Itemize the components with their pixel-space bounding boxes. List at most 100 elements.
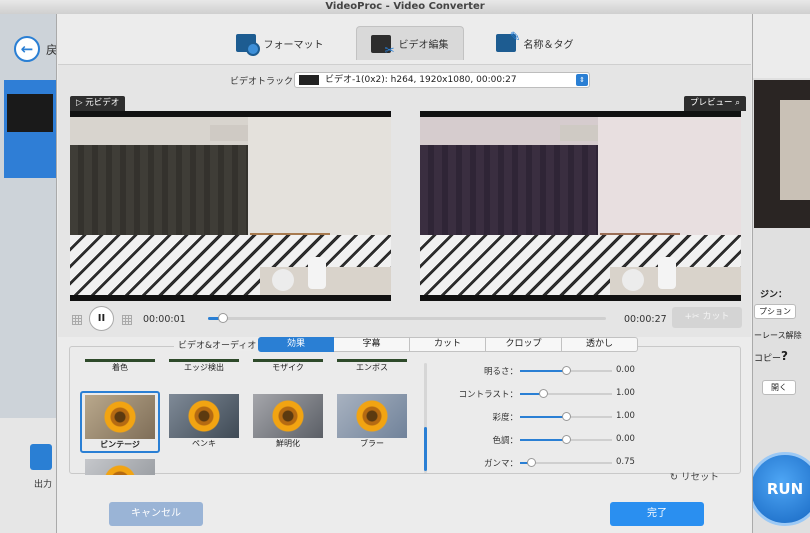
- window-title: VideoProc - Video Converter: [325, 1, 485, 12]
- tab-name-tag-label: 名称＆タグ: [523, 39, 574, 51]
- video-track-label: ビデオトラック：: [230, 77, 303, 87]
- effect-label: ペンキ: [192, 439, 216, 448]
- source-video: [70, 111, 391, 301]
- adjustment-label: 明るさ：: [483, 367, 518, 377]
- preview-video: [420, 111, 741, 301]
- output-label: 出力: [34, 480, 53, 490]
- adjustment-row: 明るさ： 0.00: [460, 365, 640, 377]
- reset-label: リセット: [681, 472, 720, 483]
- tab-crop[interactable]: クロップ: [486, 337, 562, 352]
- adjustment-row: 彩度： 1.00: [460, 411, 640, 423]
- tab-video-edit-label: ビデオ編集: [398, 40, 449, 51]
- effects-grid: 着色 エッジ検出 モザイク エンボス ビンテージ ペンキ 鮮明化 ブラー: [80, 359, 414, 475]
- tab-watermark[interactable]: 透かし: [562, 337, 638, 352]
- dialog-tabs: フォーマット ビデオ編集 名称＆タグ: [57, 14, 752, 64]
- adjustment-row: 色調： 0.00: [460, 434, 640, 446]
- background-deinterlace-option[interactable]: ーレース解除: [754, 330, 802, 341]
- effect-paint[interactable]: ペンキ: [168, 394, 240, 449]
- effect-mosaic[interactable]: モザイク: [252, 359, 324, 373]
- adjustment-value: 1.00: [616, 388, 635, 398]
- window-titlebar: VideoProc - Video Converter: [0, 0, 810, 14]
- effect-emboss[interactable]: エンボス: [336, 359, 408, 373]
- tab-format-label: フォーマット: [263, 39, 324, 51]
- effect-more[interactable]: [84, 459, 156, 475]
- help-icon[interactable]: ?: [781, 349, 788, 363]
- adjustment-slider[interactable]: [520, 389, 612, 398]
- effect-more-thumbnail: [85, 459, 155, 475]
- slider-knob[interactable]: [539, 389, 548, 398]
- adjustment-label: ガンマ：: [483, 459, 518, 469]
- background-preview-image: [754, 80, 810, 228]
- adjustment-value: 0.00: [616, 365, 635, 375]
- source-video-label: ▷ 元ビデオ: [70, 96, 126, 111]
- effect-paint-thumbnail: [169, 394, 239, 438]
- total-time: 00:00:27: [624, 314, 667, 325]
- background-engine-label: ジン：: [760, 290, 788, 300]
- effect-label: ブラー: [360, 439, 384, 448]
- effect-blur[interactable]: ブラー: [336, 394, 408, 449]
- effect-vintage-thumbnail: [85, 395, 155, 439]
- effects-panel-title: ビデオ&オーディオ: [174, 338, 261, 351]
- effect-sharpen-thumbnail: [253, 394, 323, 438]
- effect-label: モザイク: [272, 363, 304, 372]
- tab-subtitles[interactable]: 字幕: [334, 337, 410, 352]
- video-track-value: ビデオ-1(0x2): h264, 1920x1080, 00:00:27: [325, 75, 517, 85]
- adjustment-label: 彩度：: [492, 413, 518, 423]
- grid-icon[interactable]: [72, 315, 82, 325]
- effects-scrollbar[interactable]: [424, 363, 427, 473]
- background-options-button[interactable]: プション: [754, 304, 796, 319]
- effect-label: エッジ検出: [184, 363, 224, 372]
- back-button[interactable]: ←: [14, 36, 40, 62]
- effect-label: 着色: [112, 363, 128, 372]
- format-icon: [235, 34, 260, 56]
- adjustment-slider[interactable]: [520, 412, 612, 421]
- tag-icon: [495, 30, 521, 52]
- cut-button[interactable]: +✂ カット: [672, 307, 742, 328]
- tab-video-edit[interactable]: ビデオ編集: [355, 26, 464, 60]
- effect-vintage[interactable]: ビンテージ: [80, 391, 160, 453]
- effect-colorize[interactable]: 着色: [84, 359, 156, 373]
- tab-format[interactable]: フォーマット: [222, 26, 338, 60]
- adjustment-slider[interactable]: [520, 458, 612, 467]
- tab-cut[interactable]: カット: [410, 337, 486, 352]
- reset-button[interactable]: ↻ リセット: [670, 469, 719, 483]
- adjustment-slider[interactable]: [520, 366, 612, 375]
- pause-button[interactable]: II: [89, 306, 114, 331]
- current-time: 00:00:01: [143, 314, 186, 325]
- select-arrows-icon: ⇕: [576, 74, 588, 86]
- background-video-thumbnail[interactable]: [4, 80, 56, 178]
- background-copy-option[interactable]: コピー: [754, 351, 781, 364]
- slider-knob[interactable]: [562, 435, 571, 444]
- slider-fill: [520, 370, 566, 372]
- snapshot-icon[interactable]: [122, 315, 132, 325]
- effect-label: ビンテージ: [100, 440, 140, 449]
- effect-edge-detect[interactable]: エッジ検出: [168, 359, 240, 373]
- seek-bar[interactable]: [208, 313, 606, 323]
- adjustment-label: 色調：: [492, 436, 518, 446]
- reset-icon: ↻: [670, 472, 678, 483]
- effect-label: エンボス: [356, 363, 388, 372]
- adjustment-label: コントラスト：: [458, 390, 518, 400]
- preview-label-wrap[interactable]: プレビュー ⌕: [684, 96, 746, 111]
- cut-label: カット: [702, 312, 730, 322]
- playback-controls: II 00:00:01 00:00:27 +✂ カット: [58, 304, 751, 334]
- video-edit-dialog: フォーマット ビデオ編集 名称＆タグ ビデオトラック： ビデオ-1(0x2): …: [56, 14, 753, 533]
- slider-knob[interactable]: [562, 366, 571, 375]
- video-edit-icon: [370, 34, 395, 57]
- done-button[interactable]: 完了: [610, 502, 704, 526]
- slider-fill: [520, 416, 566, 418]
- tab-name-tag[interactable]: 名称＆タグ: [482, 26, 588, 60]
- output-icon[interactable]: [30, 444, 52, 470]
- effect-sharpen[interactable]: 鮮明化: [252, 394, 324, 449]
- tab-effects[interactable]: 効果: [258, 337, 334, 352]
- seek-knob[interactable]: [217, 313, 228, 323]
- adjustment-row: コントラスト： 1.00: [458, 388, 640, 400]
- track-thumbnail: [299, 75, 319, 85]
- cancel-button[interactable]: キャンセル: [109, 502, 203, 526]
- background-open-button[interactable]: 開く: [762, 380, 796, 395]
- slider-knob[interactable]: [562, 412, 571, 421]
- video-track-select[interactable]: ビデオ-1(0x2): h264, 1920x1080, 00:00:27 ⇕: [294, 72, 590, 88]
- adjustment-slider[interactable]: [520, 435, 612, 444]
- background-left-footer: [0, 418, 58, 533]
- slider-knob[interactable]: [527, 458, 537, 467]
